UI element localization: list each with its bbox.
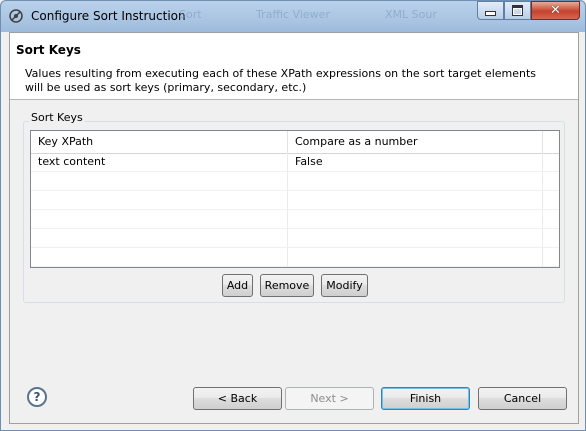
title-bar[interactable]: Configure Sort Instruction Sort Traffic … bbox=[1, 1, 585, 31]
modify-button[interactable]: Modify bbox=[321, 274, 368, 297]
cell-compare-as-number[interactable] bbox=[288, 229, 543, 248]
maximize-icon bbox=[512, 5, 523, 16]
cancel-button[interactable]: Cancel bbox=[478, 387, 567, 410]
cell-key-xpath[interactable] bbox=[31, 248, 288, 267]
sort-keys-group-label: Sort Keys bbox=[29, 111, 85, 124]
minimize-button[interactable] bbox=[477, 1, 504, 20]
dialog-window: Configure Sort Instruction Sort Traffic … bbox=[0, 0, 586, 431]
cell-compare-as-number[interactable] bbox=[288, 248, 543, 267]
cell-compare-as-number[interactable] bbox=[288, 191, 543, 210]
background-tab-sort: Sort bbox=[179, 8, 202, 21]
cell-key-xpath[interactable] bbox=[31, 172, 288, 191]
close-button[interactable]: ✕ bbox=[531, 1, 580, 20]
add-button[interactable]: Add bbox=[222, 274, 253, 297]
help-icon[interactable]: ? bbox=[27, 387, 47, 407]
column-header-compare-as-number[interactable]: Compare as a number bbox=[288, 131, 543, 153]
column-header-key-xpath[interactable]: Key XPath bbox=[31, 131, 288, 153]
table-row[interactable] bbox=[31, 248, 559, 267]
dialog-header: Sort Keys Values resulting from executin… bbox=[10, 33, 578, 100]
cell-key-xpath[interactable] bbox=[31, 210, 288, 229]
table-row[interactable] bbox=[31, 229, 559, 248]
background-tab-xml-source: XML Sour bbox=[385, 8, 437, 21]
finish-button[interactable]: Finish bbox=[381, 387, 470, 410]
sort-config-icon bbox=[9, 9, 23, 23]
cell-filler bbox=[543, 172, 559, 191]
column-header-filler bbox=[543, 131, 559, 153]
cell-compare-as-number[interactable]: False bbox=[288, 153, 543, 172]
cell-compare-as-number[interactable] bbox=[288, 210, 543, 229]
dialog-client-area: Sort Keys Values resulting from executin… bbox=[9, 32, 579, 424]
cell-filler bbox=[543, 229, 559, 248]
cell-filler bbox=[543, 191, 559, 210]
table-row[interactable] bbox=[31, 210, 559, 229]
maximize-button[interactable] bbox=[504, 1, 531, 20]
page-description: Values resulting from executing each of … bbox=[25, 67, 537, 94]
cell-compare-as-number[interactable] bbox=[288, 172, 543, 191]
page-title: Sort Keys bbox=[16, 43, 81, 57]
minimize-icon bbox=[485, 11, 496, 16]
cell-key-xpath[interactable] bbox=[31, 191, 288, 210]
back-button[interactable]: < Back bbox=[193, 387, 282, 410]
table-row[interactable] bbox=[31, 172, 559, 191]
cell-key-xpath[interactable] bbox=[31, 229, 288, 248]
next-button[interactable]: Next > bbox=[285, 387, 374, 410]
cell-filler bbox=[543, 210, 559, 229]
close-icon: ✕ bbox=[550, 3, 561, 18]
table-row[interactable] bbox=[31, 191, 559, 210]
table-header: Key XPath Compare as a number bbox=[31, 131, 559, 154]
window-title: Configure Sort Instruction bbox=[31, 9, 186, 23]
cell-key-xpath[interactable]: text content bbox=[31, 153, 288, 172]
sort-keys-table[interactable]: Key XPath Compare as a number text conte… bbox=[30, 130, 560, 268]
cell-filler bbox=[543, 248, 559, 267]
table-row[interactable]: text content False bbox=[31, 153, 559, 172]
background-tab-traffic-viewer: Traffic Viewer bbox=[256, 8, 330, 21]
cell-filler bbox=[543, 153, 559, 172]
remove-button[interactable]: Remove bbox=[260, 274, 314, 297]
